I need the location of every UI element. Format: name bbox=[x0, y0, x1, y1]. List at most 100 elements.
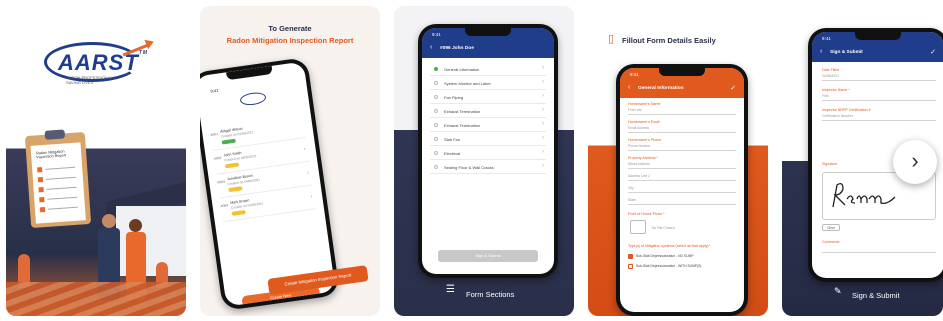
inspector-name-field[interactable]: First bbox=[822, 94, 829, 98]
list-icon: ☰ bbox=[446, 284, 455, 295]
logo-tagline: RADON PROFESSIONALS SAVING LIVES bbox=[66, 75, 116, 85]
field-label: Inspector NRPP Certification # bbox=[822, 108, 871, 112]
section-label: Exhaust Termination bbox=[444, 109, 481, 114]
sign-submit-caption: Sign & Submit bbox=[852, 291, 900, 300]
section-item[interactable]: Slab Fan › bbox=[430, 132, 546, 146]
chevron-right-icon: › bbox=[542, 163, 544, 169]
checkbox-group-label: Type(s) of Mitigation systems (select al… bbox=[628, 244, 710, 248]
app-logo bbox=[239, 91, 267, 107]
name-field[interactable]: First Last bbox=[628, 108, 642, 112]
status-time: 9:41 bbox=[432, 32, 441, 37]
section-item[interactable]: Fan Piping › bbox=[430, 90, 546, 104]
signature-stroke bbox=[832, 183, 896, 208]
circle-icon bbox=[434, 81, 438, 85]
header-title: #096 John Doe bbox=[440, 46, 474, 51]
field-label: Homeowner's Phone bbox=[628, 138, 662, 142]
section-item[interactable]: Exhaust Termination › bbox=[430, 118, 546, 132]
screenshot-card-4[interactable]: ▯ Fillout Form Details Easily 9:41 ‹ Gen… bbox=[588, 6, 768, 316]
sign-submit-button[interactable]: Sign & Submit bbox=[438, 250, 538, 262]
ground-decoration bbox=[6, 282, 186, 316]
document-icon: ▯ bbox=[608, 33, 615, 45]
headline: Fillout Form Details Easily bbox=[622, 36, 716, 45]
headline-line-1: To Generate bbox=[268, 24, 312, 33]
certification-field[interactable]: Certification Number bbox=[822, 114, 853, 118]
field-label: Signature bbox=[822, 162, 838, 166]
report-index: #004 bbox=[220, 203, 229, 209]
street-field[interactable]: Street Address bbox=[628, 162, 650, 166]
chevron-right-icon: › bbox=[542, 65, 544, 71]
circle-icon bbox=[434, 67, 438, 71]
section-item[interactable]: Electrical › bbox=[430, 146, 546, 160]
upload-photo-button[interactable] bbox=[630, 220, 646, 234]
field-label: Homeowner's Email bbox=[628, 120, 660, 124]
headline-line-2: Radon Mitigation Inspection Report bbox=[226, 36, 354, 45]
screenshot-card-3[interactable]: 9:41 ‹ #096 John Doe General Information… bbox=[394, 6, 574, 316]
status-badge bbox=[228, 186, 243, 193]
section-label: Exhaust Termination bbox=[444, 123, 481, 128]
back-arrow-icon[interactable]: ‹ bbox=[430, 44, 432, 51]
report-index: #003 bbox=[217, 179, 226, 185]
screenshot-card-1[interactable]: AARSTTM RADON PROFESSIONALS SAVING LIVES… bbox=[6, 6, 186, 316]
phone-mockup: 9:41 ‹ #096 John Doe General Information… bbox=[418, 24, 558, 278]
section-label: Slab Fan bbox=[444, 137, 461, 142]
checkbox-no-sump[interactable] bbox=[628, 254, 633, 259]
pen-icon: ✎ bbox=[834, 286, 842, 296]
address-line2-field[interactable]: Address Line 2 bbox=[628, 174, 650, 178]
section-item[interactable]: System Monitor and Label › bbox=[430, 76, 546, 90]
comments-label: Comments bbox=[822, 240, 840, 244]
clipboard-illustration: Radon Mitigation Inspection Report bbox=[24, 129, 92, 228]
status-badge bbox=[221, 138, 236, 145]
section-item[interactable]: Sealing Floor & Wall Cracks › bbox=[430, 160, 546, 174]
chevron-right-icon: › bbox=[542, 121, 544, 127]
back-arrow-icon[interactable]: ‹ bbox=[628, 84, 630, 91]
section-item[interactable]: General Information › bbox=[430, 62, 546, 76]
aarst-logo: AARSTTM RADON PROFESSIONALS SAVING LIVES bbox=[44, 36, 156, 88]
section-label: Electrical bbox=[444, 151, 461, 156]
status-time: 9:41 bbox=[210, 87, 219, 94]
form-sections-caption: Form Sections bbox=[466, 290, 515, 299]
report-index: #002 bbox=[213, 155, 222, 161]
status-time: 9:41 bbox=[630, 72, 639, 77]
chevron-right-icon: › bbox=[542, 79, 544, 85]
chevron-right-icon: › bbox=[542, 135, 544, 141]
chevron-right-icon: › bbox=[306, 169, 310, 176]
date-field[interactable]: 04/06/2021 bbox=[822, 74, 839, 78]
chevron-right-icon: › bbox=[911, 148, 919, 173]
chevron-right-icon: › bbox=[310, 193, 313, 200]
state-select[interactable]: State bbox=[628, 198, 636, 202]
field-label: Homeowner's Name bbox=[628, 102, 661, 106]
checkbox-label: Sub-Slab Depressurization - WITH SUMP(S) bbox=[636, 264, 702, 268]
photo-label: Front of House Photo * bbox=[628, 212, 665, 216]
header-title: General Information bbox=[638, 86, 684, 91]
section-label: General Information bbox=[444, 67, 480, 72]
screenshot-card-2[interactable]: To Generate Radon Mitigation Inspection … bbox=[200, 6, 380, 316]
check-icon[interactable]: ✓ bbox=[730, 84, 736, 92]
chevron-right-icon: › bbox=[303, 146, 306, 153]
status-badge bbox=[231, 209, 246, 216]
circle-icon bbox=[434, 95, 438, 99]
circle-icon bbox=[434, 123, 438, 127]
field-label: Inspector Name * bbox=[822, 88, 850, 92]
field-label: Property Address * bbox=[628, 156, 658, 160]
phone-mockup: 9:41 ‹ General Information ✓ Homeowner's… bbox=[616, 64, 748, 316]
clear-button[interactable]: Clear bbox=[822, 224, 840, 231]
back-arrow-icon[interactable]: ‹ bbox=[820, 48, 822, 55]
status-badge bbox=[224, 162, 240, 169]
status-time: 9:41 bbox=[822, 36, 831, 41]
next-arrow-button[interactable]: › bbox=[893, 140, 937, 184]
checkbox-label: Sub-Slab Depressurization - NO SUMP bbox=[636, 254, 694, 258]
email-field[interactable]: Email Address bbox=[628, 126, 649, 130]
section-item[interactable]: Exhaust Termination › bbox=[430, 104, 546, 118]
chevron-right-icon: › bbox=[542, 107, 544, 113]
section-label: Sealing Floor & Wall Cracks bbox=[444, 165, 494, 170]
section-label: System Monitor and Label bbox=[444, 81, 491, 86]
field-label: Date Filled bbox=[822, 68, 840, 72]
circle-icon bbox=[434, 151, 438, 155]
checkbox-with-sump[interactable] bbox=[628, 264, 633, 269]
header-title: Sign & Submit bbox=[830, 50, 863, 55]
circle-icon bbox=[434, 137, 438, 141]
check-icon[interactable]: ✓ bbox=[930, 48, 936, 56]
clipboard-title: Radon Mitigation Inspection Report bbox=[35, 149, 67, 160]
phone-field[interactable]: Phone Number bbox=[628, 144, 650, 148]
city-field[interactable]: City bbox=[628, 186, 634, 190]
